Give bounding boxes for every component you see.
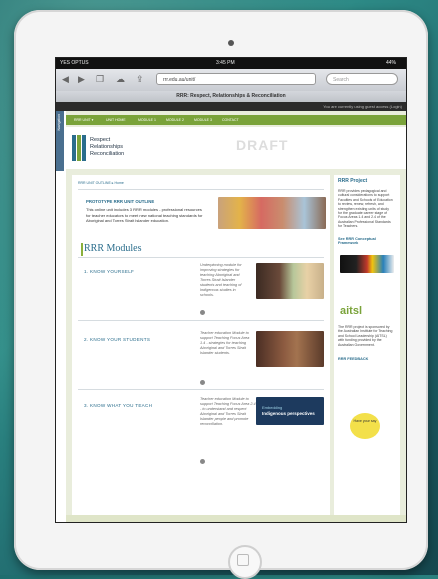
logo-line-reconciliation: Reconciliation bbox=[90, 151, 125, 157]
search-placeholder: Search bbox=[333, 77, 349, 83]
back-icon[interactable]: ◀ bbox=[62, 74, 69, 85]
side-tab-label: Navigation bbox=[57, 114, 61, 131]
divider bbox=[78, 189, 324, 190]
ipad-screen: YES OPTUS 3:45 PM 44% ◀ ▶ ❐ ☁ ⇪ rrr.edu.… bbox=[56, 58, 406, 522]
divider bbox=[78, 257, 324, 258]
home-square-icon bbox=[237, 554, 249, 566]
aitsl-text: The RRR project is sponsored by the Aust… bbox=[338, 325, 393, 347]
logo-text: Respect Relationships Reconciliation bbox=[90, 137, 124, 158]
embed-banner-line1: Embedding bbox=[262, 405, 283, 410]
right-sidebar: RRR Project RRR provides pedagogical and… bbox=[334, 175, 400, 515]
module-1-desc: Underpinning module for improving strate… bbox=[200, 263, 242, 297]
nav-item-module-3[interactable]: MODULE 3 bbox=[194, 118, 212, 122]
logo-line-relationships: Relationships bbox=[90, 144, 124, 150]
feedback-link[interactable]: RRR FEEDBACK bbox=[338, 357, 368, 361]
user-icon bbox=[200, 310, 205, 315]
have-your-say-bubble[interactable]: Have your say bbox=[350, 413, 380, 439]
module-2-desc: Teacher education Module to support Teac… bbox=[200, 331, 250, 355]
site-header: Respect Relationships Reconciliation DRA… bbox=[66, 127, 406, 169]
forward-icon[interactable]: ▶ bbox=[78, 74, 85, 85]
framework-link[interactable]: See RRR Conceptual Framework bbox=[338, 237, 396, 245]
prototype-text: This online unit includes 3 RRR modules … bbox=[86, 207, 203, 224]
page-title: RRR: Respect, Relationships & Reconcilia… bbox=[56, 91, 406, 102]
nav-item-module-1[interactable]: MODULE 1 bbox=[138, 118, 156, 122]
cloud-icon[interactable]: ☁ bbox=[116, 74, 125, 85]
aitsl-logo[interactable]: aitsl bbox=[340, 305, 362, 317]
share-icon[interactable]: ⇪ bbox=[136, 74, 144, 85]
rrr-logo-icon[interactable] bbox=[72, 135, 86, 161]
breadcrumb[interactable]: RRR UNIT OUTLINE ▸ Home bbox=[78, 181, 124, 185]
module-3-desc: Teacher education Module to support Teac… bbox=[200, 397, 256, 426]
nav-item-rrr-unit[interactable]: RRR UNIT ▾ bbox=[74, 118, 93, 122]
carrier-label: YES OPTUS bbox=[60, 60, 89, 66]
logo-line-respect: Respect bbox=[90, 137, 111, 143]
nav-item-contact[interactable]: CONTACT bbox=[222, 118, 239, 122]
module-2-photo bbox=[256, 331, 324, 367]
divider bbox=[78, 389, 324, 390]
modules-heading: RRR Modules bbox=[84, 243, 142, 254]
nav-bar: RRR UNIT ▾ UNIT HOME MODULE 1 MODULE 2 M… bbox=[66, 115, 406, 125]
nav-item-module-2[interactable]: MODULE 2 bbox=[166, 118, 184, 122]
status-bar: YES OPTUS 3:45 PM 44% bbox=[56, 58, 406, 69]
sidebar-title: RRR Project bbox=[338, 178, 368, 184]
module-3-link[interactable]: 3. KNOW WHAT YOU TEACH bbox=[84, 403, 152, 408]
nav-item-unit-home[interactable]: UNIT HOME bbox=[106, 118, 126, 122]
login-notice[interactable]: You are currently using guest access (Lo… bbox=[56, 102, 406, 111]
draft-watermark: DRAFT bbox=[236, 137, 289, 153]
students-photo bbox=[218, 197, 326, 229]
user-icon bbox=[200, 459, 205, 464]
user-icon bbox=[200, 380, 205, 385]
embed-banner[interactable]: Embedding Indigenous perspectives bbox=[256, 397, 324, 425]
url-field[interactable]: rrr.edu.au/unit/ bbox=[156, 73, 316, 85]
search-input[interactable]: Search bbox=[326, 73, 398, 85]
flags-image bbox=[340, 255, 394, 273]
page-footer bbox=[66, 515, 406, 522]
camera-icon bbox=[228, 40, 234, 46]
main-content: RRR UNIT OUTLINE ▸ Home PROTOTYPE RRR UN… bbox=[72, 175, 330, 515]
url-text: rrr.edu.au/unit/ bbox=[163, 77, 196, 83]
embed-banner-line2: Indigenous perspectives bbox=[262, 411, 315, 416]
modules-heading-bar bbox=[81, 243, 83, 256]
battery-label: 44% bbox=[386, 60, 397, 66]
divider bbox=[78, 320, 324, 321]
clock: 3:45 PM bbox=[216, 60, 235, 66]
sidebar-intro: RRR provides pedagogical and cultural co… bbox=[338, 189, 393, 229]
module-2-link[interactable]: 2. KNOW YOUR STUDENTS bbox=[84, 337, 150, 342]
browser-toolbar: ◀ ▶ ❐ ☁ ⇪ rrr.edu.au/unit/ Search bbox=[56, 69, 406, 92]
bookmarks-icon[interactable]: ❐ bbox=[96, 74, 104, 85]
module-1-link[interactable]: 1. KNOW YOURSELF bbox=[84, 269, 134, 274]
module-1-photo bbox=[256, 263, 324, 299]
prototype-title: PROTOTYPE RRR UNIT OUTLINE bbox=[86, 199, 155, 204]
web-page: RRR UNIT ▾ UNIT HOME MODULE 1 MODULE 2 M… bbox=[66, 111, 406, 522]
